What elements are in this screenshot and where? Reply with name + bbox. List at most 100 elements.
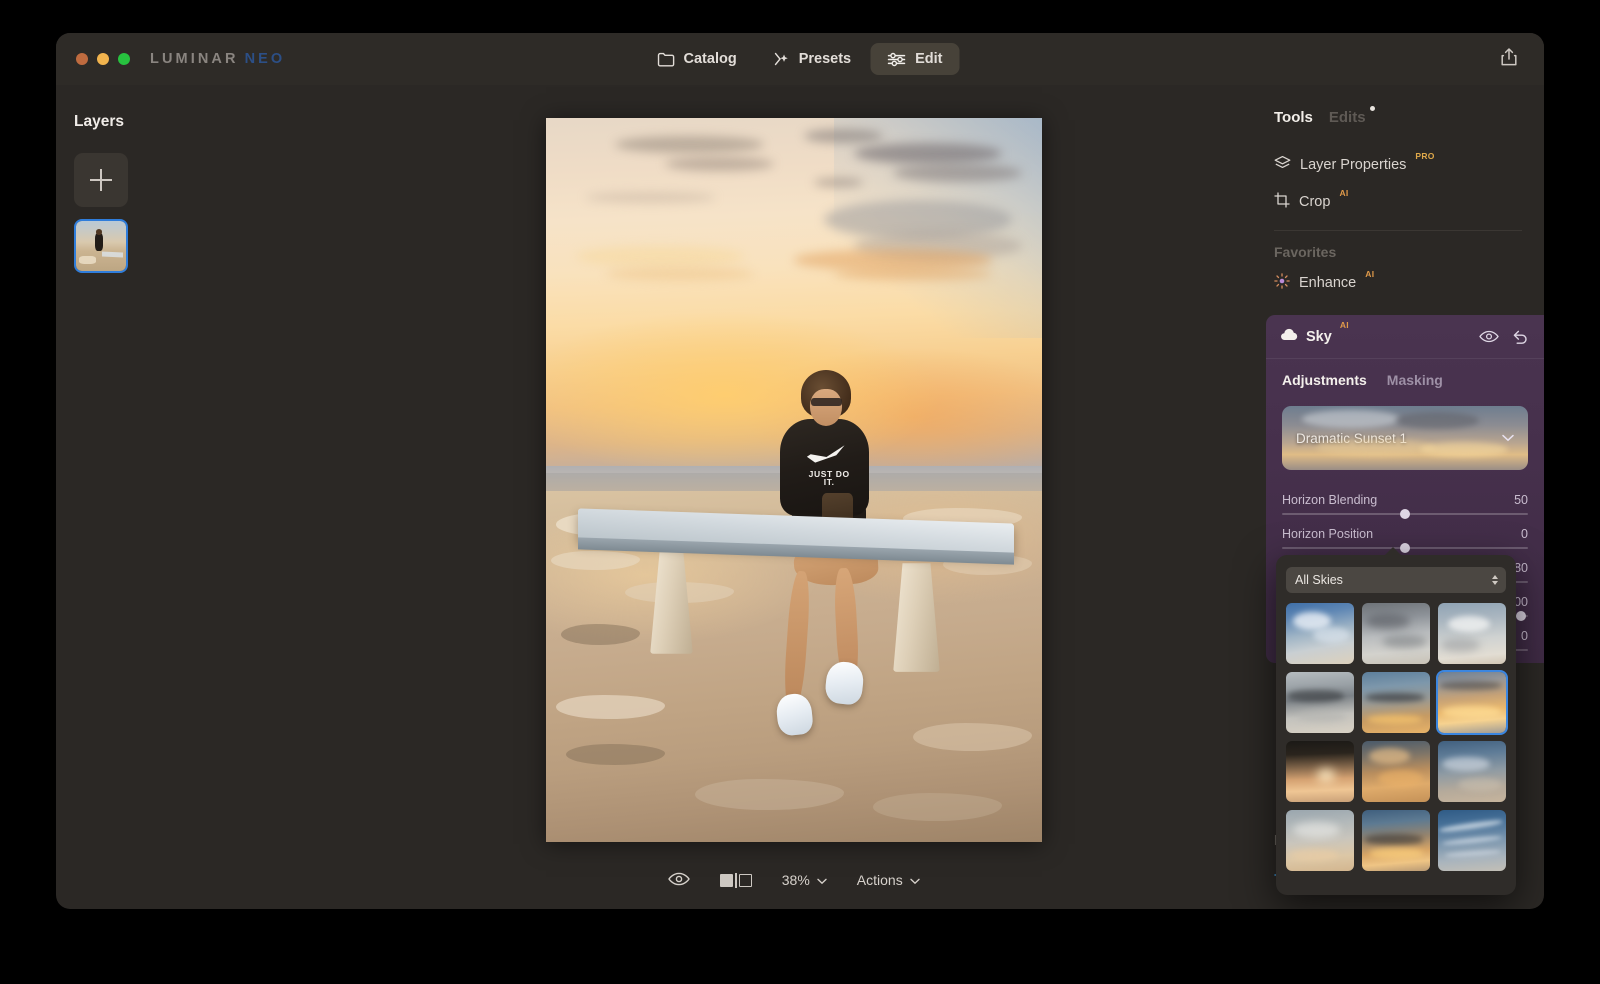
- edits-indicator-dot: [1369, 106, 1375, 111]
- ai-badge: AI: [1339, 188, 1349, 198]
- sky-thumb-golden-glow[interactable]: [1286, 741, 1354, 802]
- layer-thumbnail[interactable]: [74, 219, 128, 273]
- app-window: LUMINAR NEO Catalog Presets Edit Layers …: [56, 33, 1544, 909]
- share-icon: [1500, 47, 1518, 72]
- subject-shin-left: [782, 570, 812, 710]
- sky-picker-popup: All Skies: [1276, 547, 1516, 895]
- sky-tool-header[interactable]: Sky AI: [1266, 315, 1544, 359]
- tools-panel: Tools Edits Layer Properties PRO Crop AI…: [1252, 85, 1544, 909]
- cloud-icon: [1280, 328, 1298, 346]
- canvas-area: JUST DO IT. 38% Actions: [336, 85, 1252, 909]
- sky-thumb-orange-cloud-burst[interactable]: [1362, 741, 1430, 802]
- tool-crop-label: Crop: [1299, 193, 1331, 210]
- sky-subtabs: Adjustments Masking: [1266, 359, 1544, 400]
- close-window-button[interactable]: [76, 53, 88, 65]
- layers-icon: [1274, 155, 1291, 175]
- pro-badge: PRO: [1415, 151, 1435, 161]
- sky-selector-dropdown[interactable]: Dramatic Sunset 1: [1282, 406, 1528, 470]
- enhance-icon: [1274, 272, 1290, 293]
- slider-value: 50: [1514, 493, 1528, 507]
- tool-layer-properties-label: Layer Properties: [1300, 156, 1407, 173]
- slider-knob[interactable]: [1515, 611, 1526, 621]
- eye-icon: [668, 872, 691, 889]
- favorites-section-label: Favorites: [1274, 244, 1337, 260]
- actions-dropdown[interactable]: Actions: [857, 872, 920, 888]
- chevron-down-icon: [817, 872, 827, 888]
- sky-visibility-toggle[interactable]: [1478, 326, 1500, 348]
- sky-thumb-sunset-horizon[interactable]: [1362, 672, 1430, 733]
- slider-horizon-position[interactable]: Horizon Position 0: [1266, 518, 1544, 553]
- tab-edits-label: Edits: [1328, 109, 1366, 126]
- section-divider: [1274, 230, 1522, 231]
- slider-value: 0: [1521, 629, 1528, 643]
- sky-tool-title: Sky: [1306, 328, 1332, 345]
- stepper-chevrons-icon: [1492, 575, 1498, 585]
- tool-enhance-label: Enhance: [1299, 274, 1357, 291]
- slider-value: 80: [1514, 561, 1528, 575]
- canvas-bottom-bar: 38% Actions: [336, 851, 1252, 909]
- tab-presets-label: Presets: [798, 51, 852, 67]
- tab-presets[interactable]: Presets: [756, 43, 868, 75]
- tab-edit[interactable]: Edit: [870, 43, 960, 75]
- chevron-down-icon: [1502, 429, 1514, 447]
- sky-thumb-soft-white-clouds[interactable]: [1438, 603, 1506, 664]
- sky-category-label: All Skies: [1295, 573, 1343, 587]
- tab-catalog-label: Catalog: [683, 51, 737, 67]
- tools-tabs: Tools Edits: [1252, 106, 1544, 126]
- slider-value: 0: [1521, 527, 1528, 541]
- brand-suffix: NEO: [244, 51, 286, 67]
- preview-toggle-button[interactable]: [668, 872, 691, 889]
- minimize-window-button[interactable]: [97, 53, 109, 65]
- title-bar: LUMINAR NEO Catalog Presets Edit: [56, 33, 1544, 85]
- main-body: Layers JUST DO IT. 38% Actions Tools Edi…: [56, 85, 1544, 909]
- slider-horizon-blending[interactable]: Horizon Blending 50: [1266, 484, 1544, 519]
- sky-reset-button[interactable]: [1508, 326, 1530, 348]
- layers-panel: Layers: [56, 85, 336, 909]
- sky-thumbnail-grid: [1286, 603, 1508, 871]
- plus-icon: [90, 169, 112, 191]
- tab-edit-label: Edit: [915, 51, 943, 67]
- compare-split-button[interactable]: [720, 872, 752, 888]
- tool-layer-properties[interactable]: Layer Properties PRO: [1252, 146, 1544, 183]
- tool-enhance[interactable]: Enhance AI: [1252, 264, 1544, 301]
- tab-tools[interactable]: Tools: [1274, 109, 1313, 126]
- brand-name: LUMINAR: [150, 51, 239, 67]
- crop-icon: [1274, 191, 1290, 212]
- sky-thumb-grey-overcast[interactable]: [1362, 603, 1430, 664]
- sky-thumb-blue-dusk-clouds[interactable]: [1438, 741, 1506, 802]
- mode-tabs: Catalog Presets Edit: [641, 43, 960, 75]
- slider-label: Horizon Blending: [1282, 493, 1378, 507]
- sky-thumb-dramatic-sunset-1[interactable]: [1436, 670, 1508, 735]
- add-layer-button[interactable]: [74, 153, 128, 207]
- subtab-adjustments[interactable]: Adjustments: [1282, 372, 1367, 388]
- sky-category-select[interactable]: All Skies: [1286, 567, 1506, 593]
- sky-thumb-dark-cloud-bank[interactable]: [1286, 672, 1354, 733]
- sky-thumb-wispy-cirrus[interactable]: [1438, 810, 1506, 871]
- actions-label: Actions: [856, 872, 903, 888]
- sky-thumb-pale-haze[interactable]: [1286, 810, 1354, 871]
- tab-edits[interactable]: Edits: [1328, 106, 1375, 126]
- tab-catalog[interactable]: Catalog: [641, 43, 754, 75]
- shirt-text: JUST DO IT.: [808, 468, 850, 488]
- slider-label: Horizon Position: [1282, 527, 1374, 541]
- chevron-down-icon: [910, 872, 920, 888]
- share-button[interactable]: [1496, 46, 1522, 72]
- photo-canvas[interactable]: JUST DO IT.: [546, 118, 1042, 842]
- traffic-lights: [76, 53, 130, 65]
- subject-shoe-right: [823, 660, 865, 707]
- layers-title: Layers: [74, 113, 124, 130]
- tool-crop[interactable]: Crop AI: [1252, 183, 1544, 220]
- ai-badge: AI: [1339, 320, 1349, 330]
- subtab-masking[interactable]: Masking: [1387, 372, 1443, 388]
- ai-badge: AI: [1365, 269, 1375, 279]
- maximize-window-button[interactable]: [118, 53, 130, 65]
- sky-thumb-blue-sky-clouds[interactable]: [1286, 603, 1354, 664]
- folder-icon: [657, 52, 675, 67]
- zoom-level-dropdown[interactable]: 38%: [782, 872, 827, 888]
- sunglasses-icon: [810, 398, 842, 407]
- split-view-icon: [720, 872, 752, 888]
- sky-thumb-amber-twilight[interactable]: [1362, 810, 1430, 871]
- sliders-icon: [887, 52, 906, 67]
- zoom-level-value: 38%: [781, 872, 810, 888]
- app-logo: LUMINAR NEO: [150, 51, 285, 67]
